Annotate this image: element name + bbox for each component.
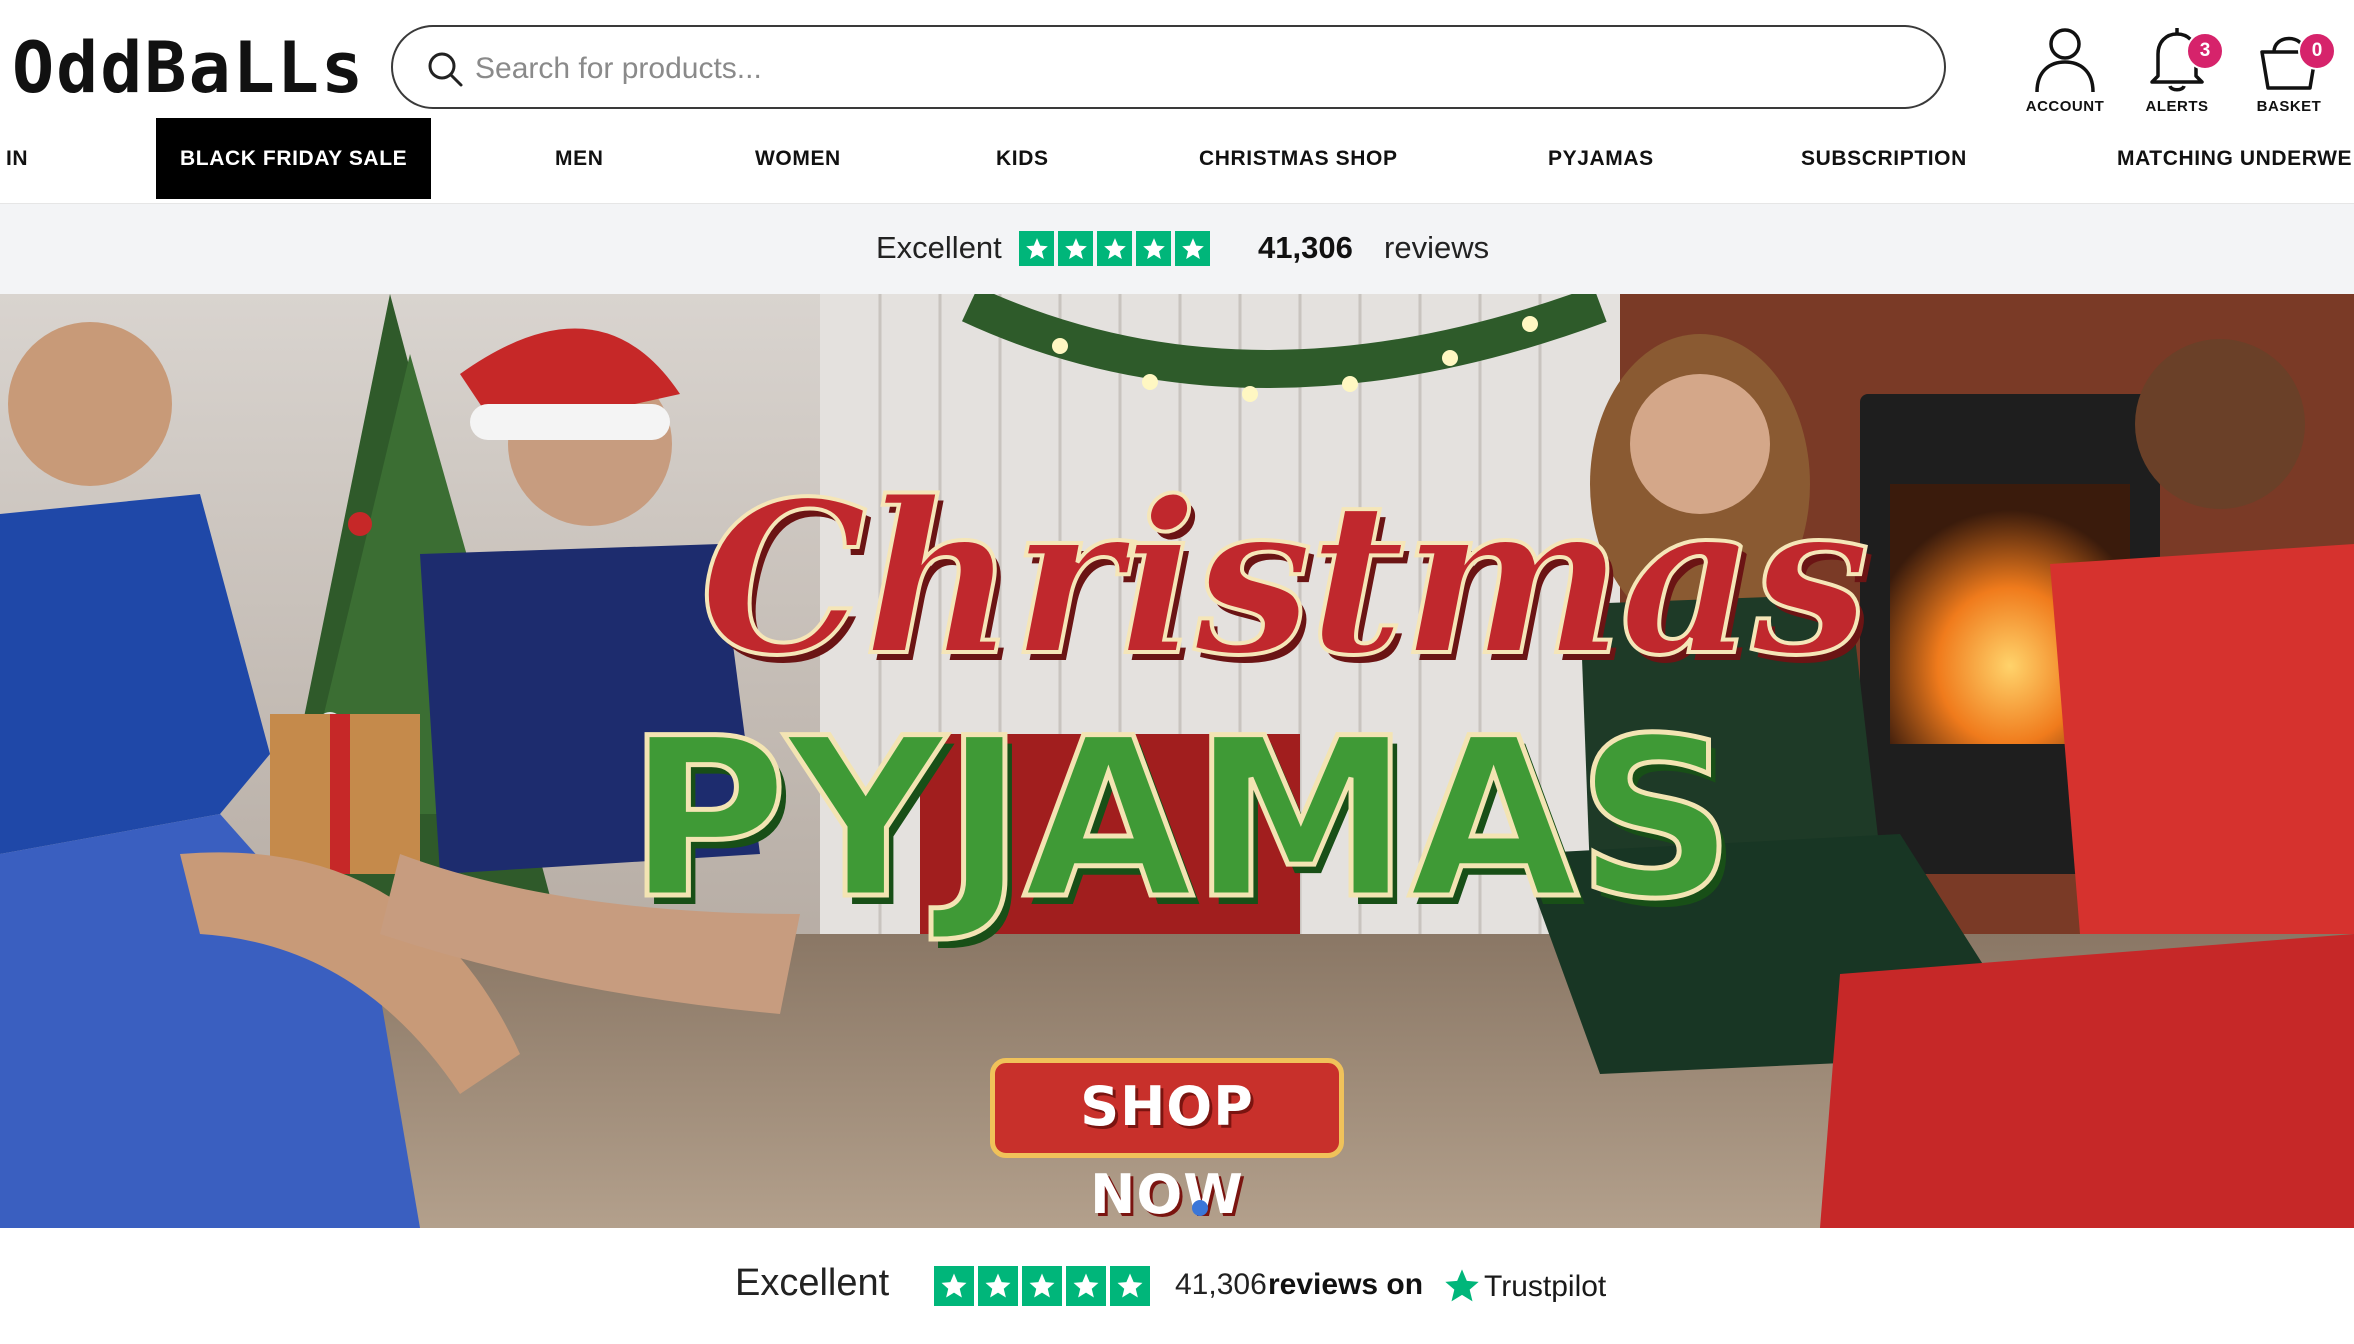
nav-item-black-friday-sale[interactable]: BLACK FRIDAY SALE xyxy=(156,118,432,199)
account-button[interactable]: ACCOUNT xyxy=(2010,24,2120,118)
carousel-dot-active[interactable] xyxy=(1192,1200,1208,1216)
shop-now-button[interactable]: SHOP NOW xyxy=(990,1058,1344,1226)
trust-bottom-reviews-suffix: reviews on xyxy=(1268,1268,1424,1301)
nav-item-men[interactable]: MEN xyxy=(555,118,603,199)
trustpilot-star-icon xyxy=(1445,1269,1479,1302)
trust-stars xyxy=(1019,231,1210,266)
trust-reviews-count: 41,306 xyxy=(1258,230,1353,265)
nav-item-kids[interactable]: KIDS xyxy=(996,118,1049,199)
star-icon xyxy=(1136,231,1171,266)
nav-item-in[interactable]: IN xyxy=(6,118,28,199)
alerts-label: ALERTS xyxy=(2145,98,2209,115)
main-navigation: IN BLACK FRIDAY SALE MEN WOMEN KIDS CHRI… xyxy=(0,118,2354,204)
brand-logo[interactable]: OddBaLLs xyxy=(12,26,365,110)
trustpilot-logo-text[interactable]: Trustpilot xyxy=(1484,1270,1606,1304)
basket-button[interactable]: 0 BASKET xyxy=(2234,24,2344,118)
star-icon xyxy=(1097,231,1132,266)
nav-item-subscription[interactable]: SUBSCRIPTION xyxy=(1801,118,1967,199)
trust-bottom-rating-text: Excellent xyxy=(735,1262,890,1304)
nav-item-pyjamas[interactable]: PYJAMAS xyxy=(1548,118,1654,199)
hero-banner[interactable]: Christmas PYJAMAS SHOP NOW xyxy=(0,294,2354,1228)
search-input[interactable] xyxy=(473,41,1877,97)
hero-title-pyjamas: PYJAMAS xyxy=(624,691,1737,947)
account-label: ACCOUNT xyxy=(2025,98,2105,115)
alerts-button[interactable]: 3 ALERTS xyxy=(2122,24,2232,118)
star-icon xyxy=(934,1266,974,1306)
site-header: OddBaLLs ACCOUNT 3 ALERTS 0 BASKET xyxy=(0,0,2354,118)
trust-rating-text: Excellent xyxy=(876,230,1002,265)
star-icon xyxy=(1022,1266,1062,1306)
star-icon xyxy=(1058,231,1093,266)
star-icon xyxy=(1175,231,1210,266)
trustpilot-widget[interactable]: Excellent 41,306 reviews on Trustpilot xyxy=(0,1228,2354,1344)
user-icon xyxy=(2035,28,2095,93)
nav-item-christmas-shop[interactable]: CHRISTMAS SHOP xyxy=(1199,118,1398,199)
trust-bottom-reviews-count: 41,306 xyxy=(1175,1268,1267,1301)
hero-title-christmas: Christmas xyxy=(698,455,1872,702)
star-icon xyxy=(1019,231,1054,266)
nav-item-matching-underwear[interactable]: MATCHING UNDERWE xyxy=(2117,118,2352,199)
alerts-count-badge: 3 xyxy=(2186,32,2224,70)
star-icon xyxy=(1110,1266,1150,1306)
search-icon xyxy=(428,52,463,87)
basket-label: BASKET xyxy=(2256,98,2322,115)
search-bar[interactable] xyxy=(391,25,1946,109)
trust-bottom-stars xyxy=(934,1266,1150,1306)
star-icon xyxy=(1066,1266,1106,1306)
trustpilot-bar[interactable]: Excellent 41,306 reviews xyxy=(0,204,2354,294)
nav-item-women[interactable]: WOMEN xyxy=(755,118,841,199)
star-icon xyxy=(978,1266,1018,1306)
basket-count-badge: 0 xyxy=(2298,32,2336,70)
trust-reviews-label: reviews xyxy=(1384,230,1490,265)
